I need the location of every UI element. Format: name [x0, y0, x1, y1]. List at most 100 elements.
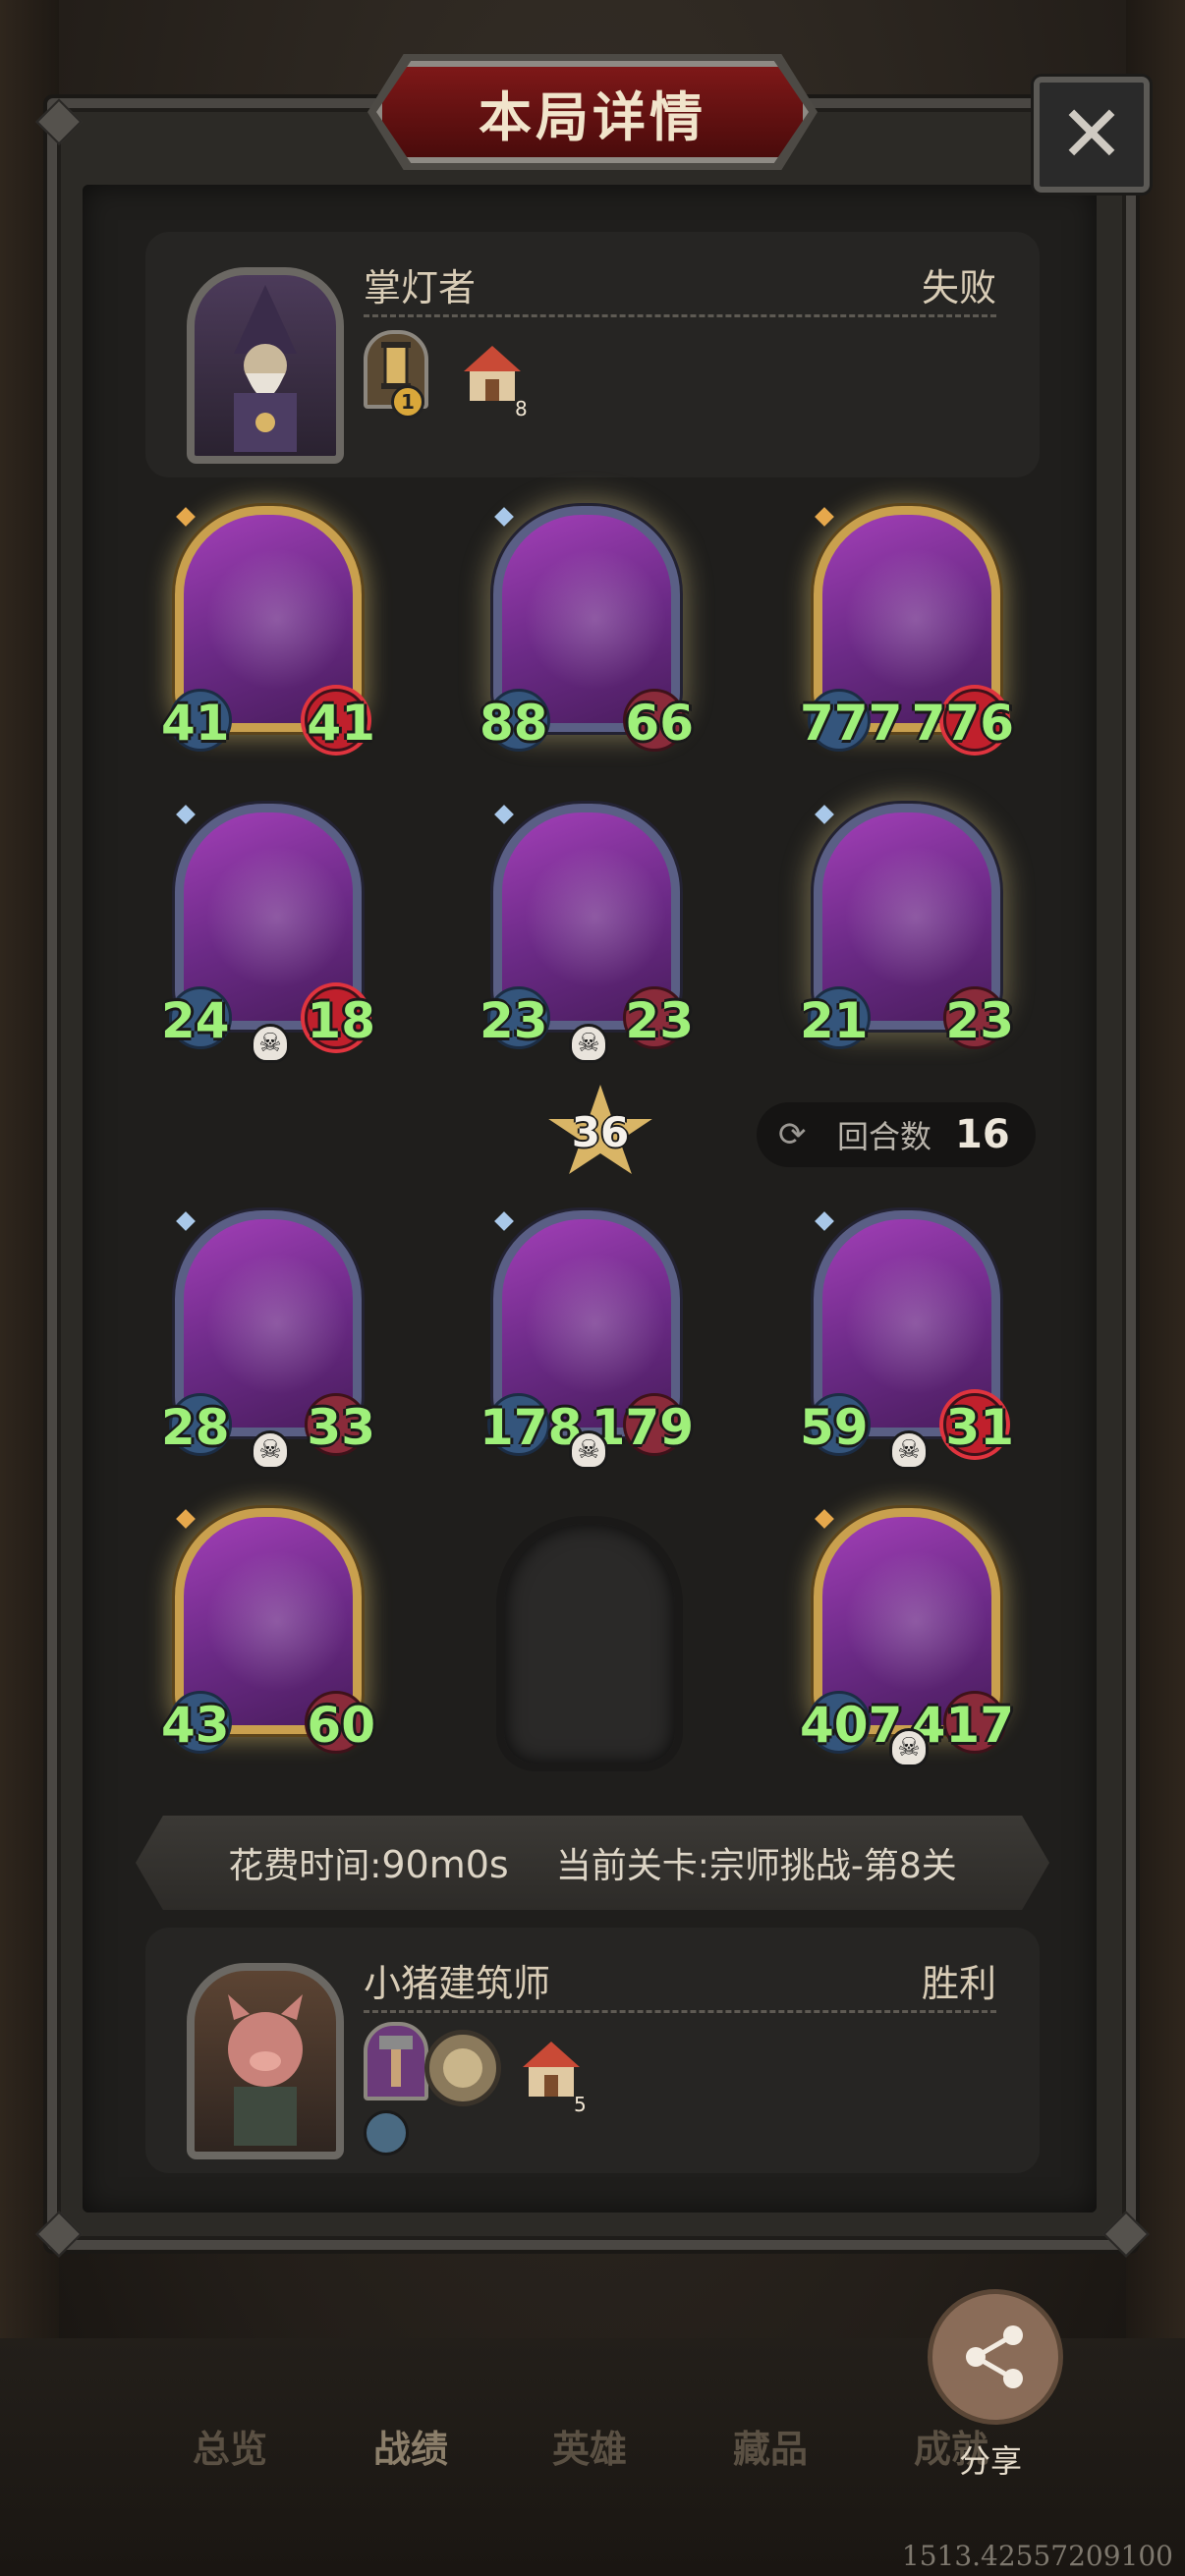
sword-shield-icon[interactable] — [364, 2110, 409, 2156]
wizard-icon — [234, 285, 297, 452]
card-health: 23 — [945, 992, 1014, 1049]
card-health: 60 — [307, 1697, 375, 1754]
time-spent: 花费时间:90m0s — [228, 1837, 509, 1888]
refresh-icon: ⟳ — [778, 1115, 807, 1154]
opponent-result: 失败 — [921, 266, 996, 309]
stage-value: 宗师挑战-第8关 — [708, 1846, 957, 1886]
opponent-avatar[interactable] — [187, 267, 344, 464]
opponent-card[interactable]: 23 23 ☠ — [480, 804, 694, 1063]
tier-gem-icon — [494, 507, 514, 527]
card-attack: 24 — [161, 992, 230, 1049]
card-health: 41 — [307, 695, 375, 752]
card-art — [842, 544, 989, 711]
match-info-ribbon: 花费时间:90m0s 当前关卡:宗师挑战-第8关 — [136, 1816, 1049, 1910]
tier-gem-icon — [815, 1211, 834, 1231]
opponent-card[interactable]: 21 23 — [800, 804, 1014, 1049]
card-health: 18 — [307, 992, 375, 1049]
player-card[interactable]: 407 417 ☠ — [800, 1508, 1014, 1767]
self-result: 胜利 — [921, 1962, 996, 2005]
card-health: 66 — [625, 695, 694, 752]
opponent-card[interactable]: 88 66 — [480, 506, 694, 752]
tier-gem-icon — [494, 1211, 514, 1231]
card-attack: 43 — [161, 1697, 230, 1754]
stage-label: 当前关卡: — [555, 1846, 709, 1886]
share-button[interactable] — [928, 2289, 1063, 2425]
relic-item[interactable] — [424, 2030, 501, 2106]
tier-gem-icon — [815, 805, 834, 824]
card-attack: 28 — [161, 1399, 230, 1456]
skull-icon: ☠ — [569, 1430, 608, 1470]
card-attack: 777 — [800, 695, 903, 752]
player-card[interactable]: 28 33 ☠ — [161, 1210, 375, 1470]
player-card[interactable]: 43 60 — [161, 1508, 375, 1754]
level-star-value: 36 — [571, 1108, 630, 1156]
tier-gem-icon — [176, 1509, 196, 1529]
card-art — [203, 544, 351, 711]
pig-builder-icon — [228, 1994, 303, 2146]
self-panel: 小猪建筑师 胜利 5 — [145, 1928, 1040, 2173]
card-attack: 21 — [800, 992, 869, 1049]
rounds-value: 16 — [955, 1112, 1010, 1157]
card-art — [842, 1546, 989, 1713]
nav-collection[interactable]: 藏品 — [733, 2419, 808, 2473]
skull-icon: ☠ — [889, 1728, 929, 1767]
opponent-card[interactable]: 24 18 ☠ — [161, 804, 375, 1063]
share-icon — [966, 2325, 1023, 2388]
card-health: 23 — [625, 992, 694, 1049]
share-label: 分享 — [959, 2442, 1023, 2480]
card-attack: 178 — [480, 1399, 583, 1456]
lantern-level-badge: 1 — [391, 385, 424, 419]
empty-card-slot — [496, 1516, 683, 1771]
player-card[interactable]: 178 179 ☠ — [480, 1210, 694, 1470]
skull-icon: ☠ — [889, 1430, 929, 1470]
tier-gem-icon — [494, 805, 514, 824]
skull-icon: ☠ — [251, 1430, 290, 1470]
player-card[interactable]: 59 31 ☠ — [800, 1210, 1014, 1470]
tier-gem-icon — [815, 507, 834, 527]
relic-icon — [443, 2048, 482, 2088]
card-art — [842, 842, 989, 1009]
rounds-badge: ⟳ 回合数 16 — [757, 1102, 1036, 1167]
house-level: 8 — [515, 397, 528, 420]
rounds-label: 回合数 — [837, 1118, 932, 1155]
divider — [364, 2010, 996, 2013]
card-health: 776 — [911, 695, 1014, 752]
close-button[interactable]: ✕ — [1034, 77, 1150, 193]
hammer-icon — [379, 2036, 413, 2087]
skull-icon: ☠ — [251, 1024, 290, 1063]
card-health: 31 — [945, 1399, 1014, 1456]
card-attack: 23 — [480, 992, 548, 1049]
card-attack: 407 — [800, 1697, 903, 1754]
card-art — [522, 1249, 669, 1416]
opponent-name: 掌灯者 — [364, 266, 477, 309]
skull-icon: ☠ — [569, 1024, 608, 1063]
opponent-card[interactable]: 41 41 — [161, 506, 375, 752]
card-health: 33 — [307, 1399, 375, 1456]
nav-heroes[interactable]: 英雄 — [552, 2419, 627, 2473]
nav-overview[interactable]: 总览 — [193, 2419, 267, 2473]
level-star: 36 — [546, 1085, 654, 1183]
opponent-panel: 掌灯者 失败 1 8 — [145, 232, 1040, 477]
house-level: 5 — [574, 2093, 587, 2116]
title-banner: 本局详情 — [376, 61, 809, 163]
divider — [364, 314, 996, 317]
card-art — [203, 1249, 351, 1416]
self-avatar[interactable] — [187, 1963, 344, 2159]
time-label: 花费时间: — [228, 1846, 382, 1886]
card-attack: 88 — [480, 695, 548, 752]
coordinates-readout: 1513.42557209100 — [901, 2540, 1173, 2572]
close-icon: ✕ — [1058, 88, 1125, 180]
card-art — [203, 842, 351, 1009]
hero-skill-item[interactable] — [364, 2022, 428, 2100]
time-value: 90m0s — [381, 1843, 509, 1886]
card-art — [522, 842, 669, 1009]
current-stage: 当前关卡:宗师挑战-第8关 — [556, 1837, 957, 1888]
page-title: 本局详情 — [479, 85, 706, 148]
card-attack: 41 — [161, 695, 230, 752]
tier-gem-icon — [176, 507, 196, 527]
self-name: 小猪建筑师 — [364, 1962, 551, 2005]
opponent-card[interactable]: 777 776 — [800, 506, 1014, 752]
nav-records[interactable]: 战绩 — [373, 2419, 448, 2473]
tier-gem-icon — [815, 1509, 834, 1529]
card-art — [522, 544, 669, 711]
